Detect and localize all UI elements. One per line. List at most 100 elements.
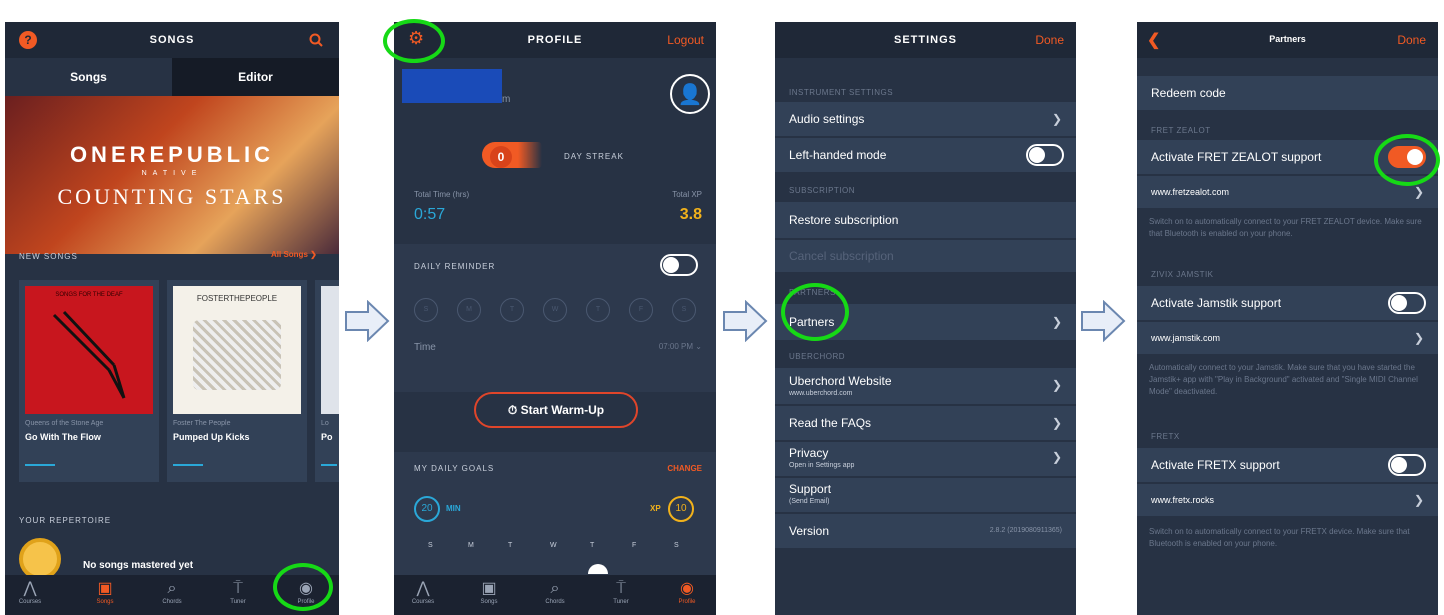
day-toggle[interactable]: M xyxy=(457,298,481,322)
day-toggle[interactable]: T xyxy=(500,298,524,322)
tab-tuner[interactable]: ⍑ Tuner xyxy=(596,579,646,605)
profile-icon: ◉ xyxy=(680,580,694,597)
version-value: 2.8.2 (2019080911365) xyxy=(989,527,1062,534)
tuning-fork-icon xyxy=(52,310,126,399)
total-time-label: Total Time (hrs) xyxy=(414,190,470,199)
support-row[interactable]: Support (Send Email) xyxy=(775,478,1076,512)
row-label: Activate FRET ZEALOT support xyxy=(1151,150,1322,164)
done-button[interactable]: Done xyxy=(1035,33,1064,47)
row-label: Redeem code xyxy=(1151,86,1226,100)
privacy-row[interactable]: Privacy Open in Settings app ❯ xyxy=(775,442,1076,476)
row-label: Cancel subscription xyxy=(789,249,894,263)
weekday-label: T xyxy=(590,542,595,549)
jamstik-toggle[interactable] xyxy=(1388,292,1426,314)
chevron-right-icon: ❯ xyxy=(1413,331,1424,345)
warmup-label: Start Warm-Up xyxy=(520,403,605,417)
page-title: SETTINGS xyxy=(893,34,957,46)
song-card[interactable]: SONGS FOR THE DEAF Queens of the Stone A… xyxy=(19,280,159,482)
album-illustration xyxy=(193,320,281,390)
fretx-link-row[interactable]: www.fretx.rocks ❯ xyxy=(1137,484,1438,516)
redacted-email xyxy=(402,69,502,103)
songs-screen: ? SONGS Songs Editor ONEREPUBLIC NATIVE … xyxy=(5,22,339,615)
highlight-ring xyxy=(383,19,445,63)
time-value: 07:00 PM xyxy=(658,342,694,351)
section-header: FRETX xyxy=(1151,432,1180,441)
toggle-knob xyxy=(1391,457,1407,473)
audio-settings-row[interactable]: Audio settings ❯ xyxy=(775,102,1076,136)
banner-band: ONEREPUBLIC xyxy=(69,142,275,167)
done-button[interactable]: Done xyxy=(1397,33,1426,47)
weekday-label: S xyxy=(674,542,679,549)
row-label: Version xyxy=(789,524,830,538)
stopwatch-icon: ⏱ xyxy=(507,403,518,417)
time-picker[interactable]: 07:00 PM ⌄ xyxy=(659,342,702,351)
section-header: ZIVIX JAMSTIK xyxy=(1151,270,1214,279)
row-label: www.fretzealot.com xyxy=(1151,187,1230,197)
toggle-knob xyxy=(1029,147,1045,163)
segment-songs[interactable]: Songs xyxy=(5,58,172,96)
chevron-down-icon: ⌄ xyxy=(695,342,702,351)
new-songs-label: NEW SONGS xyxy=(19,252,78,261)
row-sublabel: Open in Settings app xyxy=(789,462,855,469)
album-art-text: SONGS FOR THE DEAF xyxy=(55,292,123,298)
section-header: FRET ZEALOT xyxy=(1151,126,1211,135)
day-toggle[interactable]: F xyxy=(629,298,653,322)
avatar[interactable]: 👤 xyxy=(670,74,710,114)
song-card[interactable]: Lo Po xyxy=(315,280,339,482)
email-tail: m xyxy=(502,94,511,105)
chevron-right-icon: ❯ xyxy=(1413,493,1424,507)
all-songs-link[interactable]: All Songs ❯ xyxy=(271,250,317,259)
fretx-toggle[interactable] xyxy=(1388,454,1426,476)
daily-reminder-toggle[interactable] xyxy=(660,254,698,276)
uberchord-website-row[interactable]: Uberchord Website www.uberchord.com ❯ xyxy=(775,368,1076,404)
song-title: Pumped Up Kicks xyxy=(173,432,250,442)
featured-banner[interactable]: ONEREPUBLIC NATIVE COUNTING STARS xyxy=(5,96,339,254)
repertoire-message: No songs mastered yet xyxy=(83,560,194,571)
all-songs-label: All Songs xyxy=(271,250,308,259)
highlight-ring xyxy=(1374,134,1440,186)
songs-header: ? SONGS xyxy=(5,22,339,58)
row-label: www.fretx.rocks xyxy=(1151,495,1215,505)
jamstik-link-row[interactable]: www.jamstik.com ❯ xyxy=(1137,322,1438,354)
day-toggle[interactable]: S xyxy=(414,298,438,322)
tab-songs[interactable]: ▣ Songs xyxy=(464,579,514,605)
tab-courses[interactable]: ⋀ Courses xyxy=(5,579,55,605)
banner-subtitle: NATIVE xyxy=(141,170,203,177)
repertoire-label: YOUR REPERTOIRE xyxy=(19,516,112,525)
weekday-label: M xyxy=(468,542,474,549)
row-label: Support xyxy=(789,482,832,496)
tab-courses[interactable]: ⋀ Courses xyxy=(398,579,448,605)
daily-reminder-label: DAILY REMINDER xyxy=(414,262,496,271)
progress-bar xyxy=(321,464,337,466)
song-artist: Queens of the Stone Age xyxy=(25,420,104,427)
tab-label: Songs xyxy=(96,599,114,605)
tab-chords[interactable]: ⌕ Chords xyxy=(147,579,197,605)
faq-row[interactable]: Read the FAQs ❯ xyxy=(775,406,1076,440)
tab-tuner[interactable]: ⍑ Tuner xyxy=(213,579,263,605)
redeem-code-row[interactable]: Redeem code xyxy=(1137,76,1438,110)
start-warmup-button[interactable]: ⏱ Start Warm-Up xyxy=(474,392,638,428)
total-xp-label: Total XP xyxy=(672,190,702,199)
repertoire-badge-icon xyxy=(19,538,61,580)
segment-editor[interactable]: Editor xyxy=(172,58,339,96)
tab-profile[interactable]: ◉ Profile xyxy=(662,579,712,605)
cancel-subscription-row: Cancel subscription xyxy=(775,240,1076,272)
row-label: Uberchord Website xyxy=(789,374,892,388)
search-icon[interactable] xyxy=(309,33,323,47)
progress-bar xyxy=(173,464,203,466)
day-toggle[interactable]: W xyxy=(543,298,567,322)
song-card[interactable]: FOSTERTHEPEOPLE Foster The People Pumped… xyxy=(167,280,307,482)
weekday-label: F xyxy=(632,542,637,549)
settings-header: SETTINGS Done xyxy=(775,22,1076,58)
logout-button[interactable]: Logout xyxy=(667,33,704,47)
song-artist: Foster The People xyxy=(173,420,231,427)
change-goals-button[interactable]: CHANGE xyxy=(667,464,702,473)
day-toggle[interactable]: T xyxy=(586,298,610,322)
left-handed-toggle[interactable] xyxy=(1026,144,1064,166)
tab-songs[interactable]: ▣ Songs xyxy=(80,579,130,605)
chevron-right-icon: ❯ xyxy=(1051,416,1062,430)
restore-subscription-row[interactable]: Restore subscription xyxy=(775,202,1076,238)
day-toggle[interactable]: S xyxy=(672,298,696,322)
row-sublabel: www.uberchord.com xyxy=(789,390,853,397)
tab-chords[interactable]: ⌕ Chords xyxy=(530,579,580,605)
